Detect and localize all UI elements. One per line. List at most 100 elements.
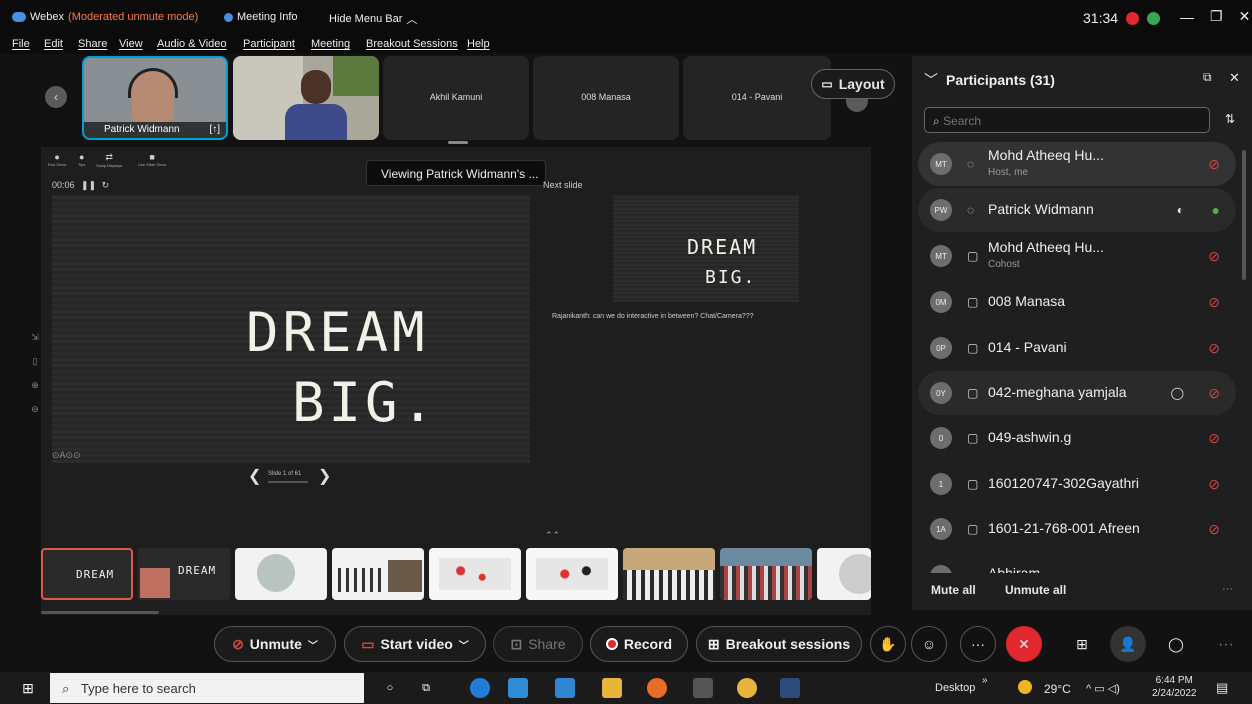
- mic-muted-icon[interactable]: ⊘: [1208, 294, 1220, 311]
- participant-row[interactable]: PW ◌ Patrick Widmann ◐ ●: [918, 188, 1236, 232]
- mic-on-icon[interactable]: ●: [1212, 202, 1220, 218]
- more-panels-icon[interactable]: ···: [1218, 636, 1234, 654]
- video-tile-pavani[interactable]: 014 - Pavani: [683, 56, 831, 140]
- eraser-icon[interactable]: ▯: [28, 349, 42, 373]
- more-options-icon[interactable]: ···: [1222, 583, 1233, 595]
- chrome-icon[interactable]: [737, 678, 757, 698]
- close-icon[interactable]: ✕: [1239, 8, 1251, 25]
- use-slide-show-button[interactable]: ■ Use Slide Show: [138, 152, 166, 167]
- zoom-out-icon[interactable]: ⊖: [28, 397, 42, 421]
- chat-icon[interactable]: ◯: [1171, 386, 1184, 400]
- store-icon[interactable]: [508, 678, 528, 698]
- apps-button[interactable]: ⊞: [1064, 626, 1100, 662]
- raise-hand-button[interactable]: ✋: [870, 626, 906, 662]
- toolbar-overflow-icon[interactable]: »: [982, 675, 988, 686]
- strip-prev-button[interactable]: ‹: [45, 86, 67, 108]
- start-button[interactable]: ⊞: [18, 678, 38, 698]
- thumbnail-scrollbar[interactable]: [41, 611, 159, 614]
- leave-meeting-button[interactable]: ✕: [1006, 626, 1042, 662]
- panel-scrollbar[interactable]: [1242, 150, 1246, 280]
- pause-icon[interactable]: ❚❚: [81, 180, 96, 190]
- prev-slide-button[interactable]: ❮: [248, 466, 261, 486]
- clock[interactable]: 6:44 PM 2/24/2022: [1152, 674, 1197, 700]
- mic-muted-icon[interactable]: ⊘: [1208, 340, 1220, 357]
- participant-row[interactable]: 0 ▢ 049-ashwin.g ⊘: [918, 416, 1236, 460]
- share-button[interactable]: ⊡ Share: [493, 626, 583, 662]
- video-tile-patrick[interactable]: Patrick Widmann [↑]: [82, 56, 228, 140]
- participant-row[interactable]: MT ◌ Mohd Atheeq Hu... Host, me ⊘: [918, 142, 1236, 186]
- start-video-button[interactable]: ▭ Start video ﹀: [344, 626, 486, 662]
- menu-share[interactable]: Share: [78, 38, 107, 50]
- cortana-icon[interactable]: ○: [380, 678, 400, 698]
- menu-help[interactable]: Help: [467, 38, 490, 50]
- hide-menu-bar-button[interactable]: Hide Menu Bar ︿: [329, 11, 417, 27]
- chevron-down-icon[interactable]: ﹀: [308, 637, 318, 652]
- menu-edit[interactable]: Edit: [44, 38, 63, 50]
- pointer-icon[interactable]: ⇲: [28, 325, 42, 349]
- more-button[interactable]: ···: [960, 626, 996, 662]
- participant-row[interactable]: 1 ▢ 160120747-302Gayathri ⊘: [918, 462, 1236, 506]
- mic-muted-icon[interactable]: ⊘: [1208, 248, 1220, 265]
- annotation-tools[interactable]: ⊙A⊙⊙: [52, 450, 81, 461]
- next-slide-button[interactable]: ❯: [318, 466, 331, 486]
- minimize-icon[interactable]: —: [1180, 9, 1194, 25]
- participant-row[interactable]: 0M ▢ 008 Manasa ⊘: [918, 280, 1236, 324]
- slide-thumbnail-5[interactable]: [429, 548, 521, 600]
- system-tray-icons[interactable]: ^ ▭ ◁): [1086, 682, 1120, 695]
- participant-row[interactable]: 1A ▢ 1601-21-768-001 Afreen ⊘: [918, 507, 1236, 551]
- menu-file[interactable]: File: [12, 38, 30, 50]
- menu-participant[interactable]: Participant: [243, 38, 295, 50]
- breakout-sessions-button[interactable]: ⊞ Breakout sessions: [696, 626, 862, 662]
- menu-audio-video[interactable]: Audio & Video: [157, 38, 227, 50]
- collapse-thumbnails-button[interactable]: ⌃⌃: [545, 530, 560, 541]
- next-slide-preview[interactable]: DREAM BIG.: [613, 195, 799, 302]
- participant-row[interactable]: 0P ▢ 014 - Pavani ⊘: [918, 326, 1236, 370]
- participants-button[interactable]: 👤: [1110, 626, 1146, 662]
- menu-breakout-sessions[interactable]: Breakout Sessions: [366, 38, 458, 50]
- video-tile-manasa[interactable]: 008 Manasa: [533, 56, 679, 140]
- slide-thumbnail-2[interactable]: DREAM: [138, 548, 230, 600]
- end-show-button[interactable]: ● End Show: [48, 152, 66, 167]
- record-button[interactable]: Record: [590, 626, 688, 662]
- camera-icon[interactable]: [693, 678, 713, 698]
- close-panel-icon[interactable]: ✕: [1229, 70, 1240, 86]
- slide-thumbnail-4[interactable]: [332, 548, 424, 600]
- reactions-button[interactable]: ☺: [911, 626, 947, 662]
- tips-button[interactable]: ● Tips: [78, 152, 85, 167]
- slide-thumbnail-3[interactable]: [235, 548, 327, 600]
- participant-row[interactable]: MT ▢ Mohd Atheeq Hu... Cohost ⊘: [918, 234, 1236, 278]
- mail-icon[interactable]: [555, 678, 575, 698]
- pop-out-icon[interactable]: ⧉: [1203, 70, 1212, 85]
- meeting-info-button[interactable]: Meeting Info: [224, 11, 298, 23]
- slide-thumbnail-7[interactable]: [623, 548, 715, 600]
- slide-thumbnail-6[interactable]: [526, 548, 618, 600]
- video-tile-participant-2[interactable]: [233, 56, 379, 140]
- mic-muted-icon[interactable]: ⊘: [1208, 521, 1220, 538]
- chevron-down-icon[interactable]: ﹀: [459, 637, 469, 652]
- restore-icon[interactable]: ❐: [1210, 8, 1223, 25]
- weather-temperature[interactable]: 29°C: [1044, 682, 1071, 696]
- edge-icon[interactable]: [470, 678, 490, 698]
- file-explorer-icon[interactable]: [602, 678, 622, 698]
- participant-search[interactable]: ⌕: [924, 107, 1210, 133]
- layout-button[interactable]: ▭ Layout: [811, 69, 895, 99]
- mic-muted-icon[interactable]: ⊘: [1208, 430, 1220, 447]
- search-input[interactable]: [943, 114, 1184, 128]
- collapse-panel-icon[interactable]: ﹀: [924, 72, 938, 88]
- menu-meeting[interactable]: Meeting: [311, 38, 350, 50]
- mic-muted-icon[interactable]: ⊘: [1208, 385, 1220, 402]
- webex-taskbar-icon[interactable]: [780, 678, 800, 698]
- reset-icon[interactable]: ↻: [102, 180, 110, 190]
- mute-all-button[interactable]: Mute all: [931, 583, 976, 597]
- mic-muted-icon[interactable]: ⊘: [1208, 156, 1220, 173]
- notifications-icon[interactable]: ▤: [1216, 680, 1228, 696]
- video-tile-akhil[interactable]: Akhil Kamuni: [383, 56, 529, 140]
- taskbar-search[interactable]: ⌕ Type here to search: [50, 673, 364, 703]
- strip-resize-handle[interactable]: [448, 141, 468, 144]
- sort-icon[interactable]: ⇅: [1225, 112, 1235, 126]
- chat-button[interactable]: ◯: [1158, 626, 1194, 662]
- menu-view[interactable]: View: [119, 38, 143, 50]
- participant-row[interactable]: 0Y ▢ 042-meghana yamjala ◯ ⊘: [918, 371, 1236, 415]
- swap-displays-button[interactable]: ⇄ Swap Displays: [96, 152, 122, 168]
- slide-thumbnail-9[interactable]: [817, 548, 871, 600]
